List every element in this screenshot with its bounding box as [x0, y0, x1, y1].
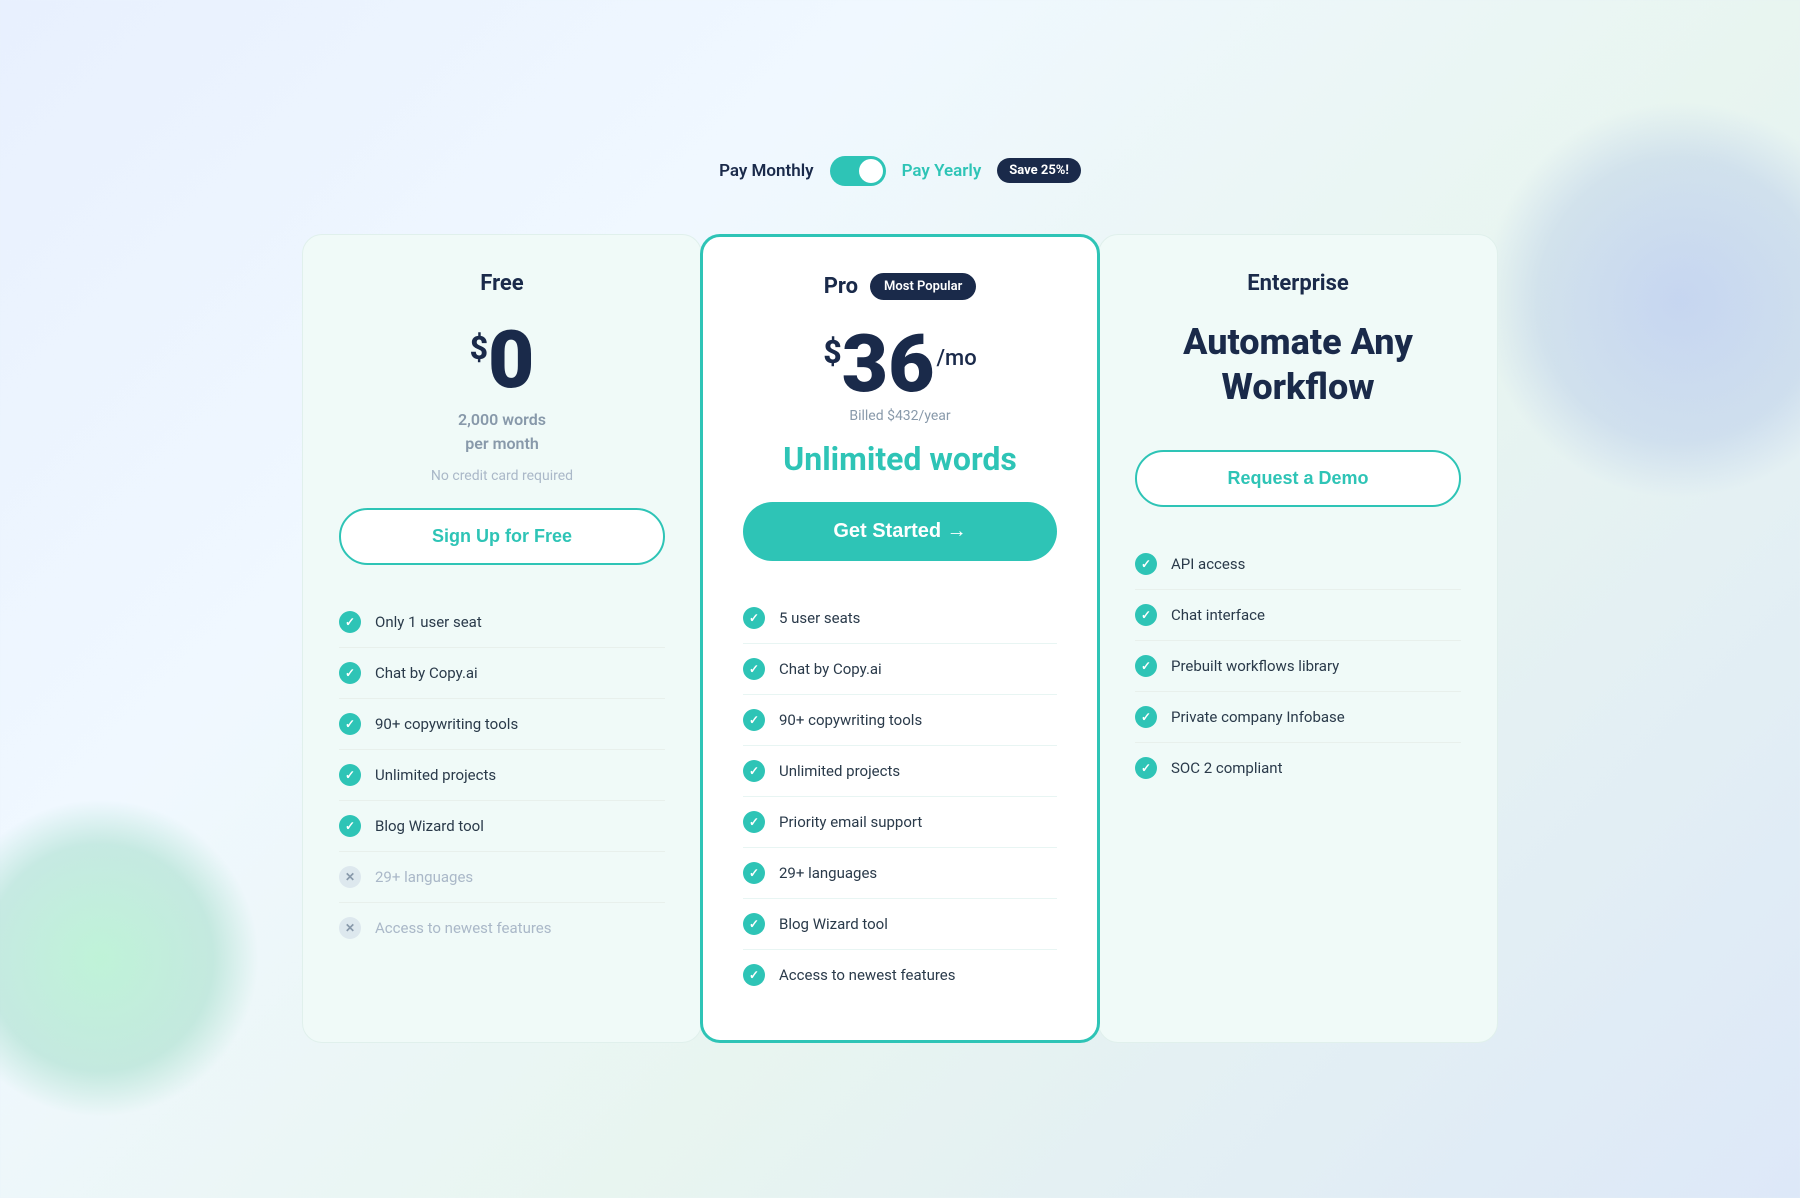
list-item: ✓SOC 2 compliant: [1135, 743, 1461, 793]
check-icon: ✓: [743, 658, 765, 680]
billing-toggle: Pay Monthly Pay Yearly Save 25%!: [719, 156, 1081, 186]
pro-features-list: ✓5 user seats✓Chat by Copy.ai✓90+ copywr…: [743, 593, 1057, 1000]
free-features-list: ✓Only 1 user seat✓Chat by Copy.ai✓90+ co…: [339, 597, 665, 953]
free-price-section: $ 0 2,000 words per month No credit card…: [339, 320, 665, 484]
check-icon: ✓: [339, 611, 361, 633]
list-item: ✓Blog Wizard tool: [743, 899, 1057, 950]
free-words-info: 2,000 words per month: [339, 408, 665, 456]
free-cta-button[interactable]: Sign Up for Free: [339, 508, 665, 565]
unlimited-words: Unlimited words: [743, 440, 1057, 478]
free-price-display: $ 0: [339, 320, 665, 400]
list-item: ✓5 user seats: [743, 593, 1057, 644]
pro-cta-button[interactable]: Get Started →: [743, 502, 1057, 561]
list-item: ✓Chat by Copy.ai: [339, 648, 665, 699]
check-icon: ✓: [1135, 604, 1157, 626]
list-item: ✓90+ copywriting tools: [743, 695, 1057, 746]
pricing-cards: Free $ 0 2,000 words per month No credit…: [250, 234, 1550, 1043]
check-icon: ✓: [743, 760, 765, 782]
enterprise-plan-card: Enterprise Automate Any Workflow Request…: [1098, 234, 1498, 1043]
check-icon: ✓: [743, 913, 765, 935]
yearly-label: Pay Yearly: [902, 161, 982, 181]
pro-period: /mo: [936, 348, 976, 370]
list-item: ✓API access: [1135, 539, 1461, 590]
save-badge: Save 25%!: [997, 158, 1081, 183]
check-icon: ✓: [1135, 706, 1157, 728]
check-icon: ✓: [743, 607, 765, 629]
free-plan-title: Free: [480, 271, 523, 296]
list-item: ✓Chat by Copy.ai: [743, 644, 1057, 695]
free-plan-card: Free $ 0 2,000 words per month No credit…: [302, 234, 702, 1043]
check-icon: ✓: [743, 964, 765, 986]
pro-plan-title: Pro: [824, 274, 858, 299]
monthly-label: Pay Monthly: [719, 161, 814, 181]
list-item: ✓Blog Wizard tool: [339, 801, 665, 852]
check-icon: ✓: [1135, 553, 1157, 575]
list-item: ✓90+ copywriting tools: [339, 699, 665, 750]
toggle-knob: [859, 159, 883, 183]
pro-price-display: $ 36 /mo: [743, 324, 1057, 404]
list-item: ✓Access to newest features: [743, 950, 1057, 1000]
pro-plan-card: Pro Most Popular $ 36 /mo Billed $432/ye…: [700, 234, 1100, 1043]
x-icon: ✕: [339, 917, 361, 939]
list-item: ✓Only 1 user seat: [339, 597, 665, 648]
enterprise-tagline: Automate Any Workflow: [1135, 320, 1461, 410]
list-item: ✓Unlimited projects: [339, 750, 665, 801]
list-item: ✓Unlimited projects: [743, 746, 1057, 797]
check-icon: ✓: [339, 815, 361, 837]
page-wrapper: Pay Monthly Pay Yearly Save 25%! Free $ …: [250, 156, 1550, 1043]
check-icon: ✓: [743, 862, 765, 884]
check-icon: ✓: [339, 764, 361, 786]
check-icon: ✓: [1135, 757, 1157, 779]
check-icon: ✓: [743, 811, 765, 833]
enterprise-title-row: Enterprise: [1135, 271, 1461, 296]
popular-badge: Most Popular: [870, 273, 976, 300]
list-item: ✓29+ languages: [743, 848, 1057, 899]
enterprise-features-list: ✓API access✓Chat interface✓Prebuilt work…: [1135, 539, 1461, 793]
enterprise-cta-button[interactable]: Request a Demo: [1135, 450, 1461, 507]
x-icon: ✕: [339, 866, 361, 888]
free-amount: 0: [488, 320, 534, 400]
check-icon: ✓: [1135, 655, 1157, 677]
check-icon: ✓: [743, 709, 765, 731]
pro-amount: 36: [842, 324, 935, 404]
check-icon: ✓: [339, 662, 361, 684]
check-icon: ✓: [339, 713, 361, 735]
billing-toggle-switch[interactable]: [830, 156, 886, 186]
list-item: ✓Chat interface: [1135, 590, 1461, 641]
pro-billed: Billed $432/year: [743, 408, 1057, 424]
list-item: ✓Private company Infobase: [1135, 692, 1461, 743]
list-item: ✕29+ languages: [339, 852, 665, 903]
pro-price-section: $ 36 /mo Billed $432/year: [743, 324, 1057, 424]
list-item: ✕Access to newest features: [339, 903, 665, 953]
free-currency: $: [470, 332, 488, 364]
free-title-row: Free: [339, 271, 665, 296]
list-item: ✓Prebuilt workflows library: [1135, 641, 1461, 692]
pro-currency: $: [823, 336, 841, 368]
pro-title-row: Pro Most Popular: [743, 273, 1057, 300]
free-no-cc: No credit card required: [339, 468, 665, 484]
enterprise-plan-title: Enterprise: [1247, 271, 1349, 296]
list-item: ✓Priority email support: [743, 797, 1057, 848]
